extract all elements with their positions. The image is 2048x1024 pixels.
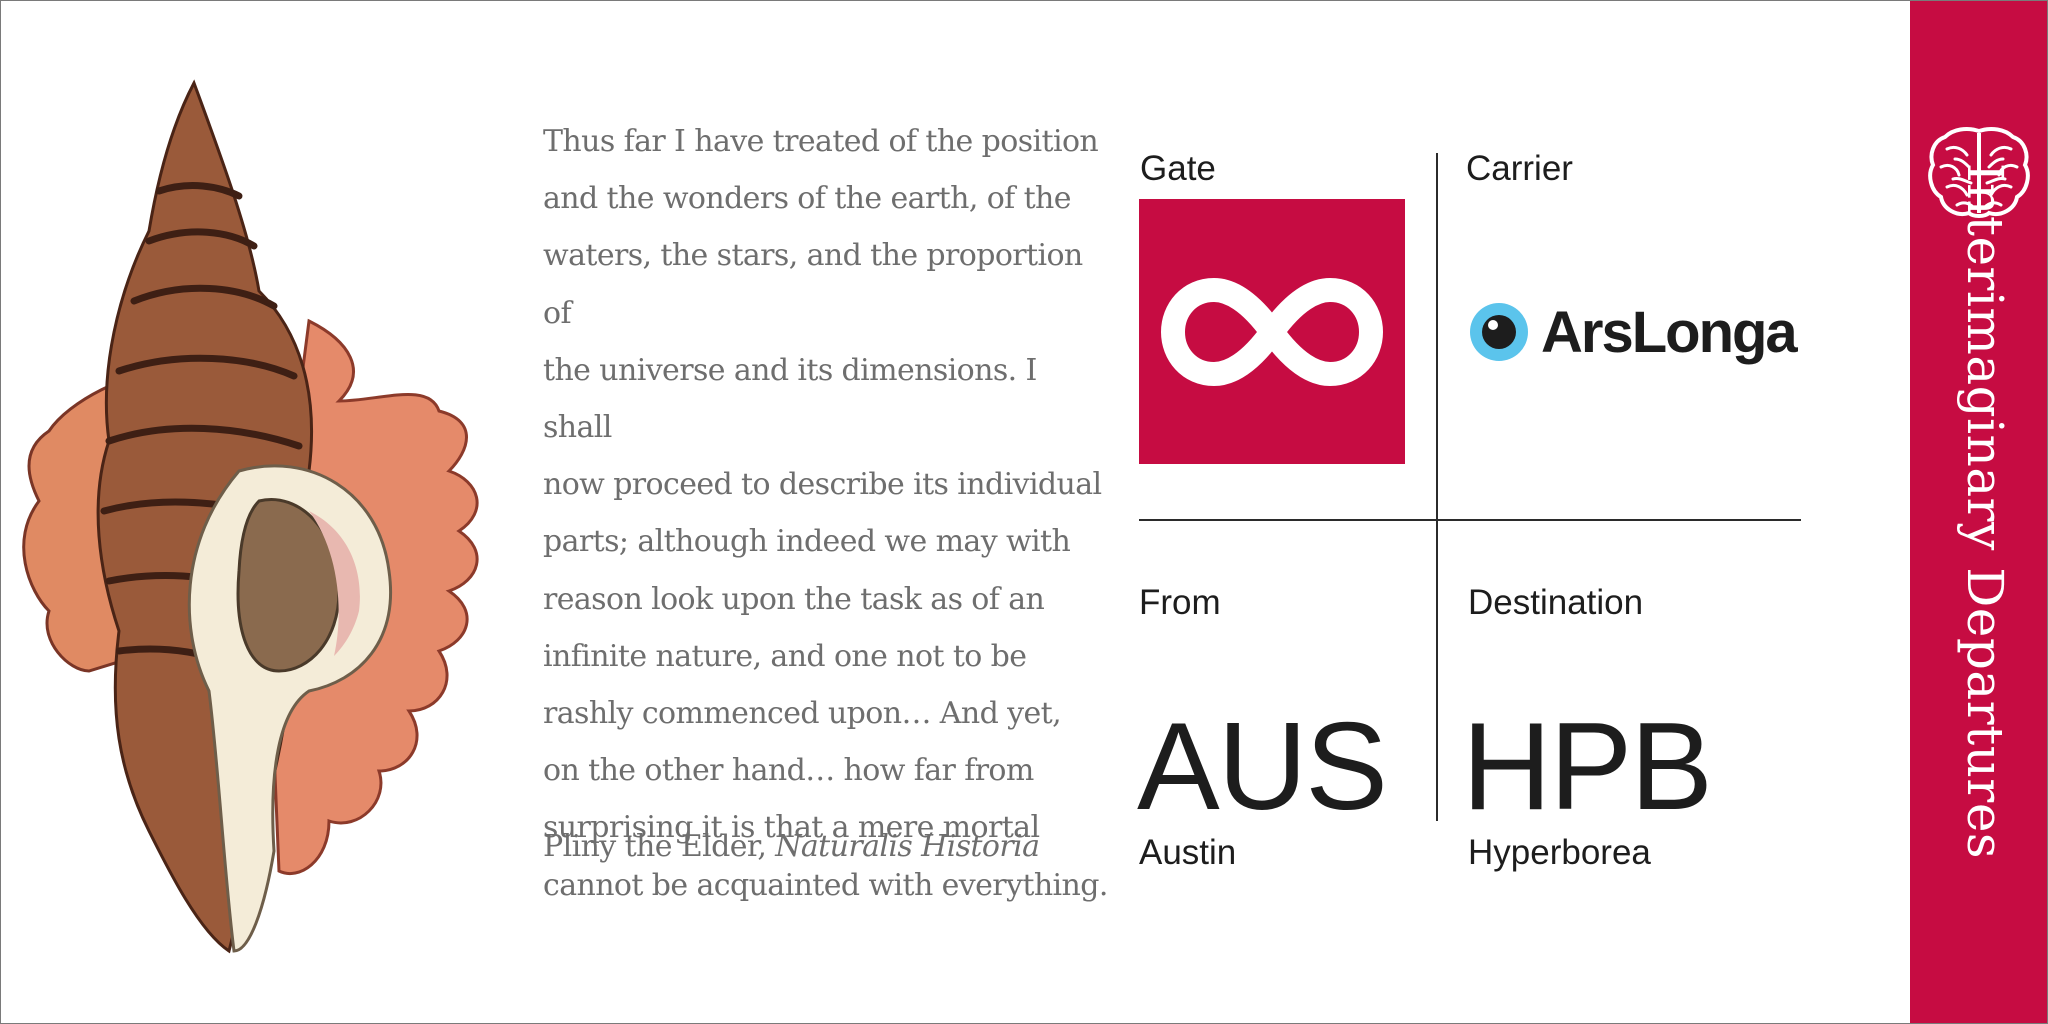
carrier-logo: ArsLonga [1469,295,1798,369]
brand-title: Interimaginary Departures [1956,162,2014,860]
from-code: AUS [1137,698,1388,836]
quote-line: parts; although indeed we may with [543,524,1071,560]
quote-work: Naturalis Historia [775,829,1040,864]
quote-line: Thus far I have treated of the position [543,124,1099,159]
from-label: From [1139,583,1221,622]
quote-text: Thus far I have treated of the position a… [543,113,1113,914]
quote-line: reason look upon the task as of an [543,581,1045,617]
gate-label: Gate [1140,149,1216,188]
horizontal-divider [1139,519,1801,521]
quote-line: cannot be acquainted with everything. [543,867,1108,903]
quote-line: infinite nature, and one not to be [543,638,1027,674]
from-city: Austin [1139,833,1237,872]
quote-line: waters, the stars, and the proportion of [543,238,1083,331]
quote-line: on the other hand… how far from [543,753,1034,789]
carrier-name: ArsLonga [1541,299,1798,365]
quote-line: rashly commenced upon… And yet, [543,696,1062,732]
gate-badge [1139,199,1405,464]
destination-label: Destination [1468,583,1644,622]
infinity-icon [1160,277,1384,386]
carrier-label: Carrier [1466,149,1573,188]
quote-author: Pliny the Elder, [543,829,767,864]
quote-attribution: Pliny the Elder, Naturalis Historia [543,827,1143,867]
quote-line: and the wonders of the earth, of the [543,181,1072,217]
eye-icon [1470,303,1528,361]
quote-line: now proceed to describe its individual [543,467,1102,503]
destination-code: HPB [1462,698,1713,836]
quote-line: the universe and its dimensions. I shall [543,352,1037,446]
boarding-pass: Thus far I have treated of the position a… [0,0,2048,1024]
vertical-divider [1436,153,1438,821]
destination-city: Hyperborea [1468,833,1651,872]
seashell-illustration [22,79,479,954]
